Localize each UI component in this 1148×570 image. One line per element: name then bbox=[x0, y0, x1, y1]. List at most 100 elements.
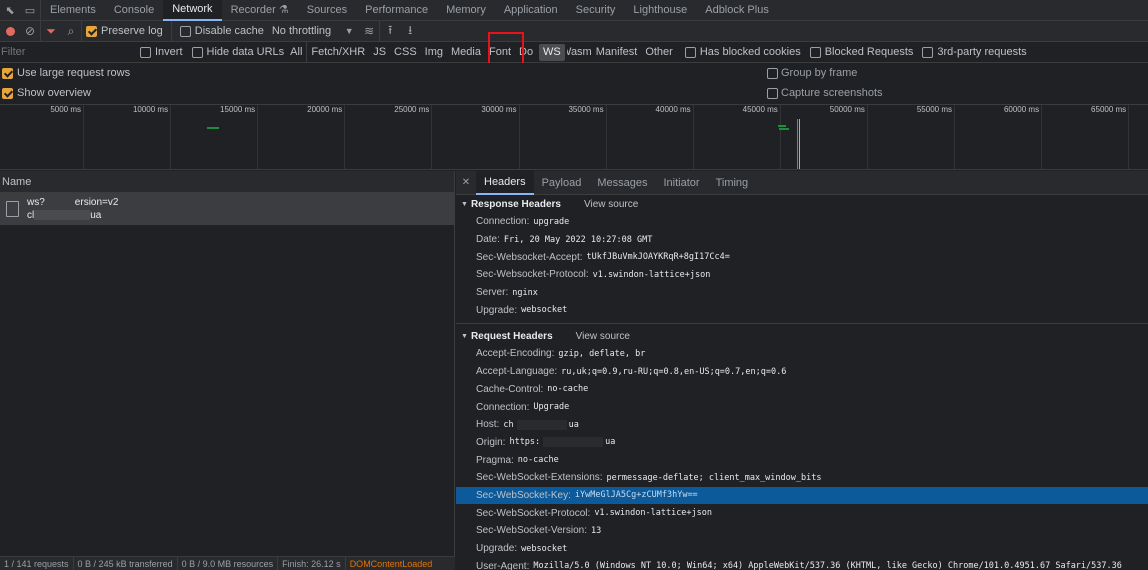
filter-type-js[interactable]: JS bbox=[369, 44, 390, 61]
header-key: Sec-Websocket-Protocol: bbox=[476, 269, 589, 281]
filter-type-fetch-xhr[interactable]: Fetch/XHR bbox=[307, 44, 369, 61]
overview-gridline bbox=[605, 105, 607, 169]
show-overview-checkbox[interactable] bbox=[2, 87, 13, 99]
header-key: Server: bbox=[476, 287, 509, 299]
request-list-panel: Name ws? ersion=v2 cl ua 1 / 141 requests … bbox=[0, 171, 455, 570]
tab-network[interactable]: Network bbox=[163, 0, 222, 21]
large-rows-checkbox[interactable] bbox=[2, 67, 13, 79]
header-row[interactable]: Accept-Language: ru,uk;q=0.9,ru-RU;q=0.8,… bbox=[456, 363, 1148, 381]
network-conditions-icon[interactable]: ≋ bbox=[359, 21, 379, 41]
header-key: Sec-Websocket-Accept: bbox=[476, 251, 583, 263]
tab-sources[interactable]: Sources bbox=[298, 0, 356, 21]
has-blocked-cookies-checkbox[interactable] bbox=[684, 46, 696, 58]
header-row[interactable]: Connection: upgrade bbox=[456, 213, 1148, 231]
header-row[interactable]: Server: nginx bbox=[456, 284, 1148, 302]
filter-type-css[interactable]: CSS bbox=[390, 44, 421, 61]
header-row[interactable]: Sec-WebSocket-Version: 13 bbox=[456, 522, 1148, 540]
tab-recorder[interactable]: Recorder ⚗ bbox=[222, 0, 298, 21]
name-column-header[interactable]: Name bbox=[0, 171, 454, 193]
header-row[interactable]: Upgrade: websocket bbox=[456, 301, 1148, 319]
header-key: Accept-Language: bbox=[476, 366, 558, 378]
header-key: Cache-Control: bbox=[476, 383, 544, 395]
header-row[interactable]: Host: ch ua bbox=[456, 416, 1148, 434]
close-icon[interactable]: ✕ bbox=[456, 177, 476, 188]
tab-timing[interactable]: Timing bbox=[708, 171, 757, 195]
header-row[interactable]: User-Agent: Mozilla/5.0 (Windows NT 10.0;… bbox=[456, 557, 1148, 570]
clear-icon[interactable]: ⊘ bbox=[20, 21, 40, 41]
request-domain: cl ua bbox=[27, 209, 118, 222]
filter-icon[interactable]: ⏷ bbox=[41, 21, 61, 41]
header-key: Connection: bbox=[476, 401, 530, 413]
filter-input[interactable] bbox=[0, 43, 130, 61]
capture-screenshots-checkbox[interactable] bbox=[767, 87, 778, 99]
header-row[interactable]: Pragma: no-cache bbox=[456, 451, 1148, 469]
header-row[interactable]: Cache-Control: no-cache bbox=[456, 381, 1148, 399]
chevron-down-icon[interactable]: ▼ bbox=[339, 21, 359, 41]
filter-type-other[interactable]: Other bbox=[641, 44, 677, 61]
overview-request-bar bbox=[779, 128, 789, 130]
overview-request-bar bbox=[778, 125, 786, 127]
hide-data-urls-checkbox[interactable] bbox=[191, 46, 203, 58]
tab-recorder-label: Recorder bbox=[230, 3, 276, 16]
record-icon[interactable] bbox=[0, 21, 20, 41]
header-row[interactable]: Accept-Encoding: gzip, deflate, br bbox=[456, 345, 1148, 363]
header-row[interactable]: Connection: Upgrade bbox=[456, 398, 1148, 416]
tab-security[interactable]: Security bbox=[567, 0, 625, 21]
group-by-frame-checkbox[interactable] bbox=[767, 67, 778, 79]
blocked-requests-checkbox[interactable] bbox=[809, 46, 821, 58]
header-row[interactable]: Date: Fri, 20 May 2022 10:27:08 GMT bbox=[456, 231, 1148, 249]
filter-type-wasm[interactable]: Wasm bbox=[567, 44, 592, 61]
header-row[interactable]: Upgrade: websocket bbox=[456, 540, 1148, 558]
header-row[interactable]: Sec-Websocket-Protocol: v1.swindon-lattic… bbox=[456, 266, 1148, 284]
response-headers-section[interactable]: ▼ Response Headers View source bbox=[456, 195, 1148, 213]
filter-type-img[interactable]: Img bbox=[421, 44, 447, 61]
overview-gridline bbox=[170, 105, 172, 169]
header-row[interactable]: Origin: https: ua bbox=[456, 434, 1148, 452]
tab-lighthouse[interactable]: Lighthouse bbox=[624, 0, 696, 21]
overview-tick-label: 60000 ms bbox=[1003, 105, 1040, 114]
filter-type-manifest[interactable]: Manifest bbox=[592, 44, 642, 61]
export-har-icon[interactable]: ⭳ bbox=[400, 21, 420, 41]
header-key: Accept-Encoding: bbox=[476, 348, 555, 360]
header-value: Mozilla/5.0 (Windows NT 10.0; Win64; x64… bbox=[533, 561, 1122, 570]
tab-initiator[interactable]: Initiator bbox=[655, 171, 707, 195]
invert-checkbox[interactable] bbox=[140, 46, 151, 58]
header-value: v1.swindon-lattice+json bbox=[592, 269, 711, 280]
preserve-log-checkbox[interactable] bbox=[86, 25, 97, 37]
tab-application[interactable]: Application bbox=[495, 0, 567, 21]
request-headers-section[interactable]: ▼ Request Headers View source bbox=[456, 327, 1148, 345]
header-row[interactable]: Sec-WebSocket-Protocol: v1.swindon-lattic… bbox=[456, 504, 1148, 522]
third-party-requests-checkbox[interactable] bbox=[922, 46, 934, 58]
header-value: gzip, deflate, br bbox=[558, 348, 646, 359]
import-har-icon[interactable]: ⭱ bbox=[380, 21, 400, 41]
overview-gridline bbox=[257, 105, 259, 169]
disable-cache-checkbox[interactable] bbox=[179, 25, 191, 37]
overview-tick-label: 65000 ms bbox=[1091, 105, 1127, 114]
filter-type-ws[interactable]: WS bbox=[539, 43, 565, 61]
tab-memory[interactable]: Memory bbox=[437, 0, 495, 21]
header-key: Sec-WebSocket-Version: bbox=[476, 525, 587, 537]
search-icon[interactable]: ⌕ bbox=[61, 21, 81, 41]
filter-type-all[interactable]: All bbox=[286, 44, 306, 61]
throttling-select[interactable]: No throttling bbox=[272, 25, 331, 37]
tab-performance[interactable]: Performance bbox=[356, 0, 437, 21]
header-row[interactable]: Sec-Websocket-Accept: tUkfJBuVmkJOAYKRqR+… bbox=[456, 248, 1148, 266]
request-row[interactable]: ws? ersion=v2 cl ua bbox=[0, 193, 454, 225]
tab-messages[interactable]: Messages bbox=[589, 171, 655, 195]
request-view-source-link[interactable]: View source bbox=[576, 331, 630, 342]
overview-tick-label: 15000 ms bbox=[220, 105, 256, 114]
response-view-source-link[interactable]: View source bbox=[584, 199, 638, 210]
tab-console[interactable]: Console bbox=[105, 0, 163, 21]
overview-request-bar bbox=[207, 127, 219, 129]
tab-payload[interactable]: Payload bbox=[534, 171, 590, 195]
tab-headers[interactable]: Headers bbox=[476, 170, 534, 195]
filter-type-media[interactable]: Media bbox=[447, 44, 485, 61]
tab-elements[interactable]: Elements bbox=[41, 0, 105, 21]
status-requests: 1 / 141 requests bbox=[4, 558, 69, 569]
header-row[interactable]: Sec-WebSocket-Extensions: permessage-defl… bbox=[456, 469, 1148, 487]
device-toolbar-icon[interactable]: ▭ bbox=[20, 0, 40, 20]
tab-adblock-plus[interactable]: Adblock Plus bbox=[696, 0, 778, 21]
inspect-element-icon[interactable]: ⬉ bbox=[0, 0, 20, 20]
has-blocked-cookies-label: Has blocked cookies bbox=[699, 46, 801, 58]
header-row[interactable]: Sec-WebSocket-Key: iYwMeGlJA5Cg+zCUMf3hYw… bbox=[456, 486, 1148, 505]
